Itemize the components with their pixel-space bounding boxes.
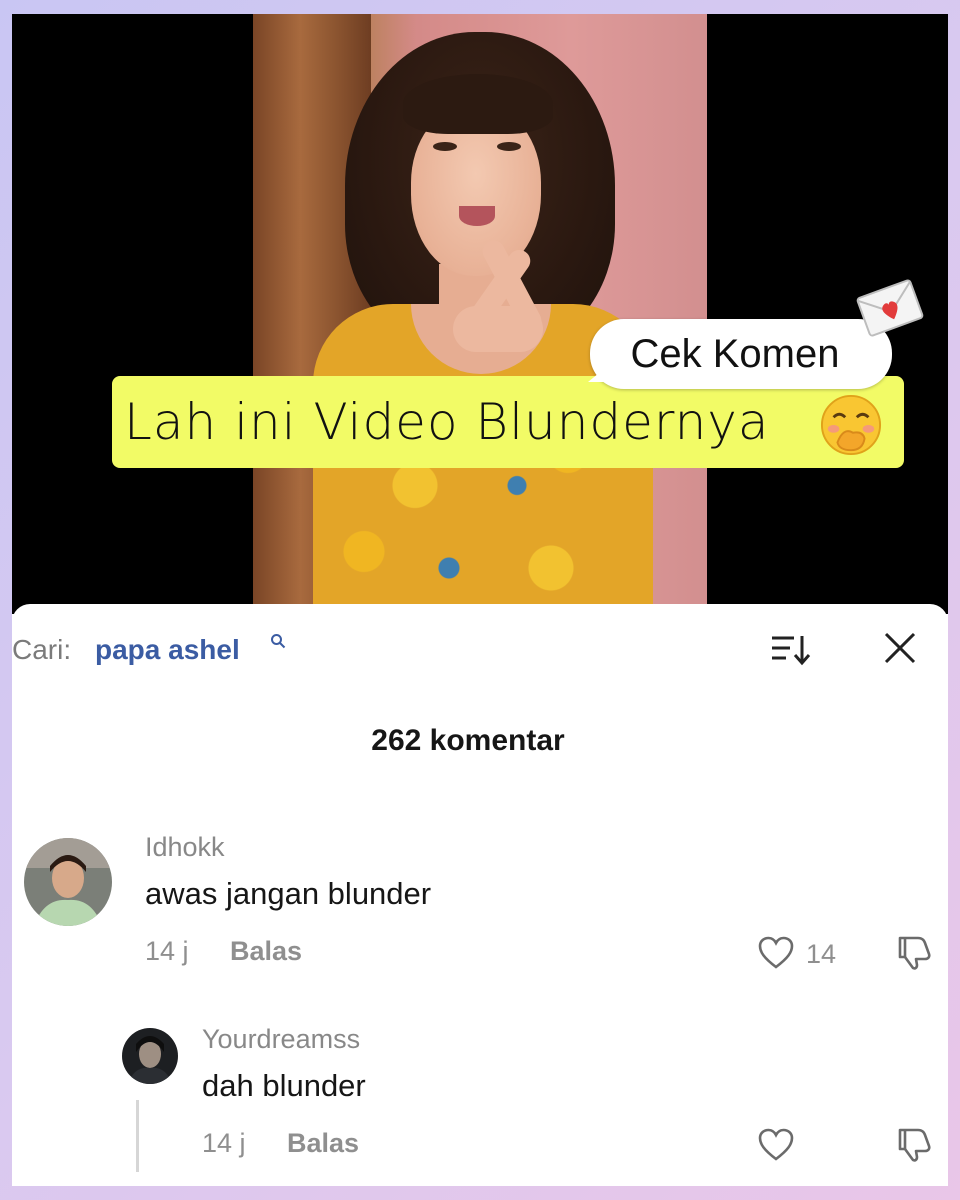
comment-text: awas jangan blunder [145,876,432,911]
avatar[interactable] [24,838,112,926]
person-hands [443,236,583,366]
speech-bubble-text: Cek Komen [630,332,840,376]
like-count: 14 [806,939,837,969]
caption-banner-text: Lah ini Video Blundernya [124,393,770,451]
person-eye-left [433,142,457,151]
search-query-link[interactable]: papa ashel [95,634,240,666]
comment-text: dah blunder [202,1068,366,1103]
love-letter-icon [856,279,924,337]
reply-button[interactable]: Balas [287,1128,359,1159]
comment-time: 14 j [145,936,189,966]
like-heart-icon[interactable] [758,936,794,970]
comment-username[interactable]: Idhokk [145,832,225,863]
like-heart-icon[interactable] [758,1128,794,1162]
person-eye-right [497,142,521,151]
video-scene [253,14,707,614]
person-bangs [403,74,553,134]
avatar[interactable] [122,1028,178,1084]
dislike-icon[interactable] [894,1126,932,1162]
reply-button[interactable]: Balas [230,936,302,967]
comment-username[interactable]: Yourdreamss [202,1024,360,1055]
screenshot-frame: Lah ini Video Blundernya Cek Komen [12,14,948,1186]
reply-thread-line [136,1100,139,1172]
sort-icon[interactable] [768,632,812,668]
search-label: Cari: [12,634,72,665]
person-mouth [459,206,495,226]
comment-count: 262 komentar [371,724,565,757]
close-icon[interactable] [882,630,918,666]
dislike-icon[interactable] [894,934,932,970]
video-player[interactable]: Lah ini Video Blundernya Cek Komen [12,14,948,614]
search-icon[interactable] [270,633,286,649]
face-with-hand-over-mouth-emoji [820,394,882,456]
comment-time: 14 j [202,1128,246,1158]
